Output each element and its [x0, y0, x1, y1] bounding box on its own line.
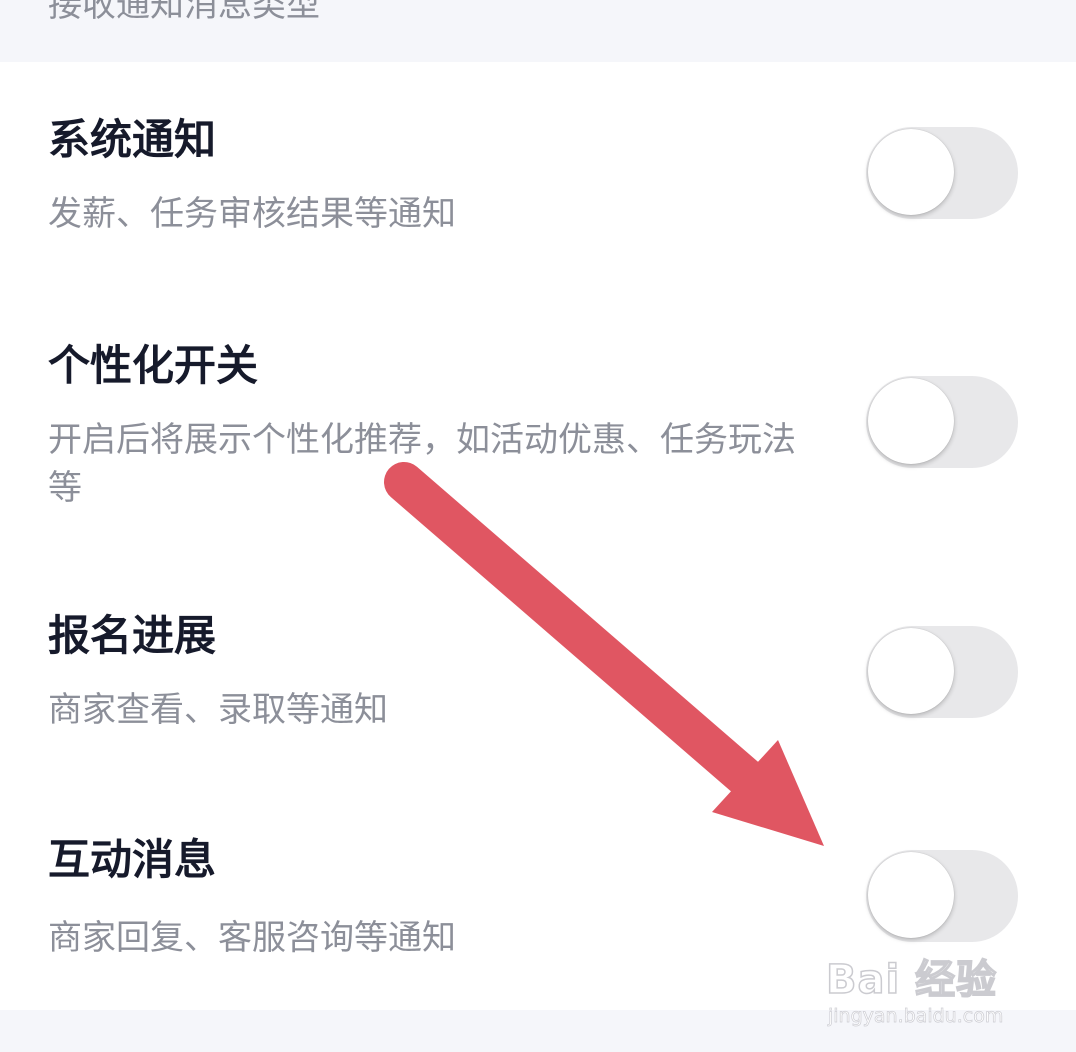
section-header: 接收通知消息类型: [0, 0, 1076, 62]
settings-card: 系统通知 发薪、任务审核结果等通知 个性化开关 开启后将展示个性化推荐，如活动优…: [0, 62, 1076, 1010]
system-notice-toggle[interactable]: [866, 127, 1018, 219]
toggle-knob: [868, 628, 954, 714]
interactive-messages-toggle[interactable]: [866, 850, 1018, 942]
signup-progress-toggle[interactable]: [866, 626, 1018, 718]
setting-title: 报名进展: [48, 611, 217, 660]
setting-description: 商家回复、客服咨询等通知: [48, 918, 456, 958]
personalization-toggle[interactable]: [866, 376, 1018, 468]
toggle-knob: [868, 378, 954, 464]
setting-title: 互动消息: [48, 835, 217, 884]
section-title: 接收通知消息类型: [48, 0, 320, 25]
toggle-knob: [868, 852, 954, 938]
setting-row-personalization: 个性化开关 开启后将展示个性化推荐，如活动优惠、任务玩法等: [0, 312, 1076, 562]
footer-band: [0, 1010, 1076, 1052]
setting-row-system-notice: 系统通知 发薪、任务审核结果等通知: [0, 62, 1076, 312]
setting-description: 商家查看、录取等通知: [48, 690, 388, 730]
setting-description: 发薪、任务审核结果等通知: [48, 194, 456, 234]
setting-title: 系统通知: [48, 115, 217, 164]
setting-title: 个性化开关: [48, 341, 259, 390]
toggle-knob: [868, 129, 954, 215]
setting-row-signup-progress: 报名进展 商家查看、录取等通知: [0, 562, 1076, 792]
setting-row-interactive-messages: 互动消息 商家回复、客服咨询等通知: [0, 792, 1076, 1010]
setting-description: 开启后将展示个性化推荐，如活动优惠、任务玩法等: [48, 420, 796, 508]
